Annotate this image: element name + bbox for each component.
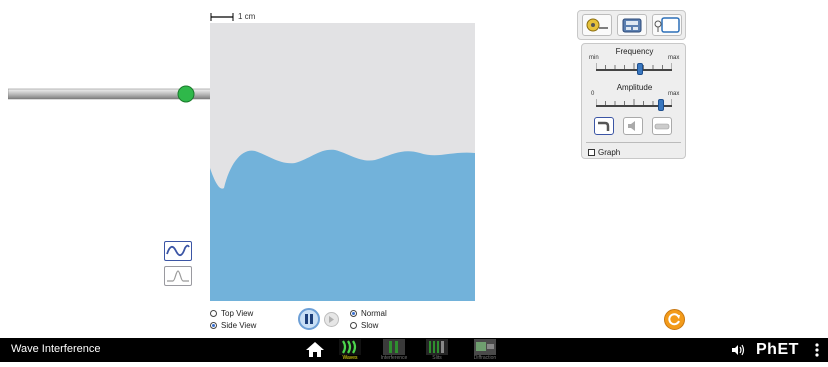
amplitude-slider-thumb[interactable]: [657, 99, 664, 111]
tab-diffraction[interactable]: Diffraction: [468, 338, 502, 362]
frequency-ticks: [596, 63, 672, 69]
panel-divider: [586, 142, 681, 143]
home-button[interactable]: [302, 338, 328, 362]
tape-measure-icon: [586, 18, 608, 32]
step-icon: [329, 316, 334, 323]
slow-speed-option[interactable]: Slow: [350, 321, 378, 330]
frequency-max-label: max: [668, 55, 680, 61]
tape-measure-tool[interactable]: [582, 14, 612, 36]
water-wave: [210, 149, 475, 301]
laser-icon: [654, 123, 670, 130]
top-view-wave-button[interactable]: [164, 266, 192, 286]
slow-speed-radio[interactable]: [350, 322, 357, 329]
water-source-button[interactable]: [594, 117, 614, 135]
app-title: Wave Interference: [11, 343, 101, 355]
measuring-tape-icon[interactable]: [210, 12, 234, 22]
options-menu-icon[interactable]: [814, 342, 820, 358]
scale-label: 1 cm: [238, 12, 256, 21]
top-view-option[interactable]: Top View: [210, 309, 253, 318]
amplitude-max-label: max: [668, 91, 680, 97]
frequency-min-label: min: [589, 55, 599, 61]
wave-icon: [166, 244, 190, 257]
graph-checkbox-row[interactable]: Graph: [588, 148, 620, 157]
light-source-button[interactable]: [652, 117, 672, 135]
tab-waves[interactable]: Waves: [333, 338, 367, 362]
step-forward-button[interactable]: [324, 312, 339, 327]
amplitude-min-label: 0: [591, 91, 595, 97]
side-view-label: Side View: [221, 321, 257, 330]
normal-speed-radio[interactable]: [350, 310, 357, 317]
slits-screen-icon: [426, 339, 448, 355]
reset-icon: [668, 313, 680, 326]
tab-slits[interactable]: Slits: [420, 338, 454, 362]
reset-all-button[interactable]: [664, 309, 685, 330]
pause-icon: [305, 314, 313, 324]
frequency-slider-track[interactable]: [596, 69, 672, 71]
stopwatch-icon: [622, 18, 642, 33]
phet-logo[interactable]: PhET: [756, 341, 799, 359]
normal-speed-label: Normal: [361, 309, 387, 318]
top-view-radio[interactable]: [210, 310, 217, 317]
normal-speed-option[interactable]: Normal: [350, 309, 387, 318]
wave-meter-tool[interactable]: [652, 14, 682, 36]
side-view-option[interactable]: Side View: [210, 321, 256, 330]
interference-screen-icon: [383, 339, 405, 355]
wave-meter-icon: [654, 17, 680, 33]
tab-slits-label: Slits: [432, 355, 442, 361]
tool-box: [577, 10, 686, 40]
diffraction-screen-icon: [474, 339, 496, 355]
tab-interference[interactable]: Interference: [377, 338, 411, 362]
tab-waves-label: Waves: [342, 355, 358, 361]
water-faucet[interactable]: [8, 80, 238, 120]
navigation-bar: Wave Interference Waves Interference Sli…: [0, 338, 828, 362]
side-view-radio[interactable]: [210, 322, 217, 329]
faucet-green-button[interactable]: [177, 85, 195, 103]
graph-label: Graph: [598, 148, 621, 157]
frequency-slider-thumb[interactable]: [637, 63, 644, 75]
home-icon: [306, 342, 324, 357]
sound-on-icon[interactable]: [730, 343, 746, 357]
side-view-wave-button[interactable]: [164, 241, 192, 261]
play-pause-button[interactable]: [298, 308, 320, 330]
tab-interference-label: Interference: [380, 355, 408, 361]
stopwatch-tool[interactable]: [617, 14, 647, 36]
wave-area[interactable]: [210, 23, 475, 301]
waves-screen-icon: [339, 339, 361, 355]
faucet-icon: [598, 121, 610, 131]
graph-checkbox[interactable]: [588, 149, 595, 156]
speaker-icon: [628, 121, 635, 131]
control-panel: Frequency min max Amplitude 0 max Graph: [581, 43, 686, 159]
top-view-label: Top View: [221, 309, 254, 318]
slow-speed-label: Slow: [361, 321, 379, 330]
tab-diffraction-label: Diffraction: [473, 355, 497, 361]
sound-source-button[interactable]: [623, 117, 643, 135]
pulse-icon: [167, 270, 189, 282]
